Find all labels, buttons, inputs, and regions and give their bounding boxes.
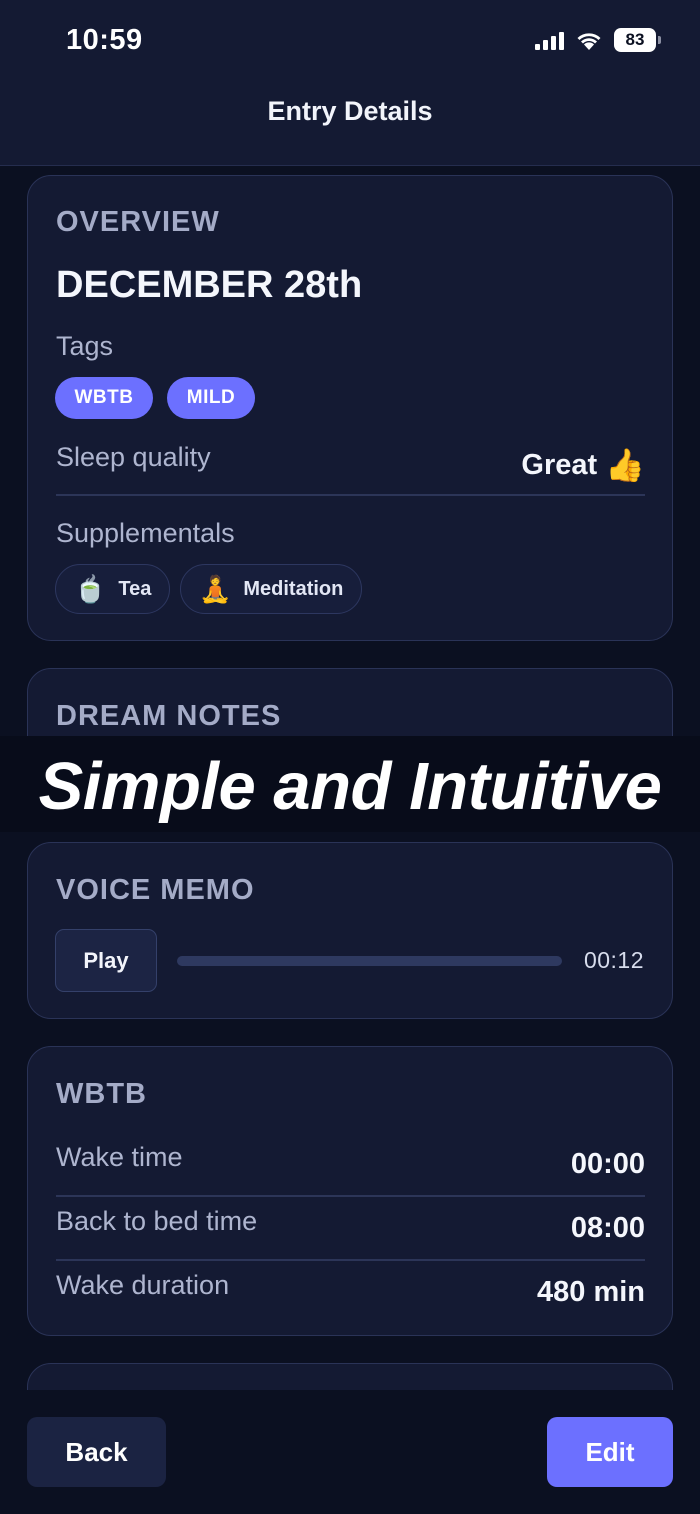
cellular-signal-icon bbox=[535, 30, 564, 50]
entry-date: DECEMBER 28th bbox=[56, 264, 363, 306]
page-title: Entry Details bbox=[267, 96, 433, 126]
voice-memo-title: VOICE MEMO bbox=[56, 874, 255, 906]
wake-time-label: Wake time bbox=[56, 1142, 183, 1172]
battery-icon: 83 bbox=[614, 28, 661, 52]
divider bbox=[56, 494, 645, 496]
meditation-icon: 🧘 bbox=[199, 573, 232, 604]
back-to-bed-label: Back to bed time bbox=[56, 1206, 258, 1236]
wake-duration-label: Wake duration bbox=[56, 1270, 230, 1300]
divider bbox=[56, 1259, 645, 1261]
dream-notes-title: DREAM NOTES bbox=[56, 700, 282, 732]
sleep-quality-text: Great bbox=[521, 448, 598, 481]
sleep-quality-value: Great 👍 bbox=[521, 446, 645, 484]
tag-chip-wbtb[interactable]: WBTB bbox=[55, 377, 153, 419]
thumbs-up-icon: 👍 bbox=[605, 447, 645, 483]
sleep-quality-label: Sleep quality bbox=[56, 442, 211, 472]
status-icons: 83 bbox=[535, 26, 661, 54]
play-button[interactable]: Play bbox=[55, 929, 157, 992]
wbtb-title: WBTB bbox=[56, 1078, 147, 1110]
tag-chip-mild[interactable]: MILD bbox=[167, 377, 255, 419]
promo-banner-text: Simple and Intuitive bbox=[38, 749, 662, 824]
edit-button[interactable]: Edit bbox=[547, 1417, 673, 1487]
back-button[interactable]: Back bbox=[27, 1417, 166, 1487]
audio-duration: 00:12 bbox=[583, 947, 644, 973]
tea-icon: 🍵 bbox=[74, 573, 107, 604]
wake-time-value: 00:00 bbox=[570, 1148, 645, 1180]
supplemental-meditation[interactable]: 🧘 Meditation bbox=[180, 564, 363, 614]
supplemental-tea[interactable]: 🍵 Tea bbox=[55, 564, 171, 614]
overview-title: OVERVIEW bbox=[56, 206, 220, 238]
status-time: 10:59 bbox=[66, 24, 143, 56]
wake-duration-value: 480 min bbox=[537, 1276, 645, 1308]
supplemental-label: Tea bbox=[118, 577, 152, 600]
supplemental-label: Meditation bbox=[243, 577, 344, 600]
voice-memo-card: VOICE MEMO Play 00:12 bbox=[27, 842, 673, 1019]
overview-card: OVERVIEW DECEMBER 28th Tags WBTB MILD Sl… bbox=[27, 175, 673, 641]
tags-label: Tags bbox=[56, 331, 114, 361]
audio-progress-track[interactable] bbox=[177, 956, 562, 966]
wifi-icon bbox=[577, 33, 601, 50]
divider bbox=[56, 1195, 645, 1197]
top-bar: 10:59 83 Entry Details bbox=[0, 0, 700, 166]
back-to-bed-value: 08:00 bbox=[570, 1212, 645, 1244]
wbtb-card: WBTB Wake time 00:00 Back to bed time 08… bbox=[27, 1046, 673, 1336]
supplementals-label: Supplementals bbox=[56, 518, 235, 548]
